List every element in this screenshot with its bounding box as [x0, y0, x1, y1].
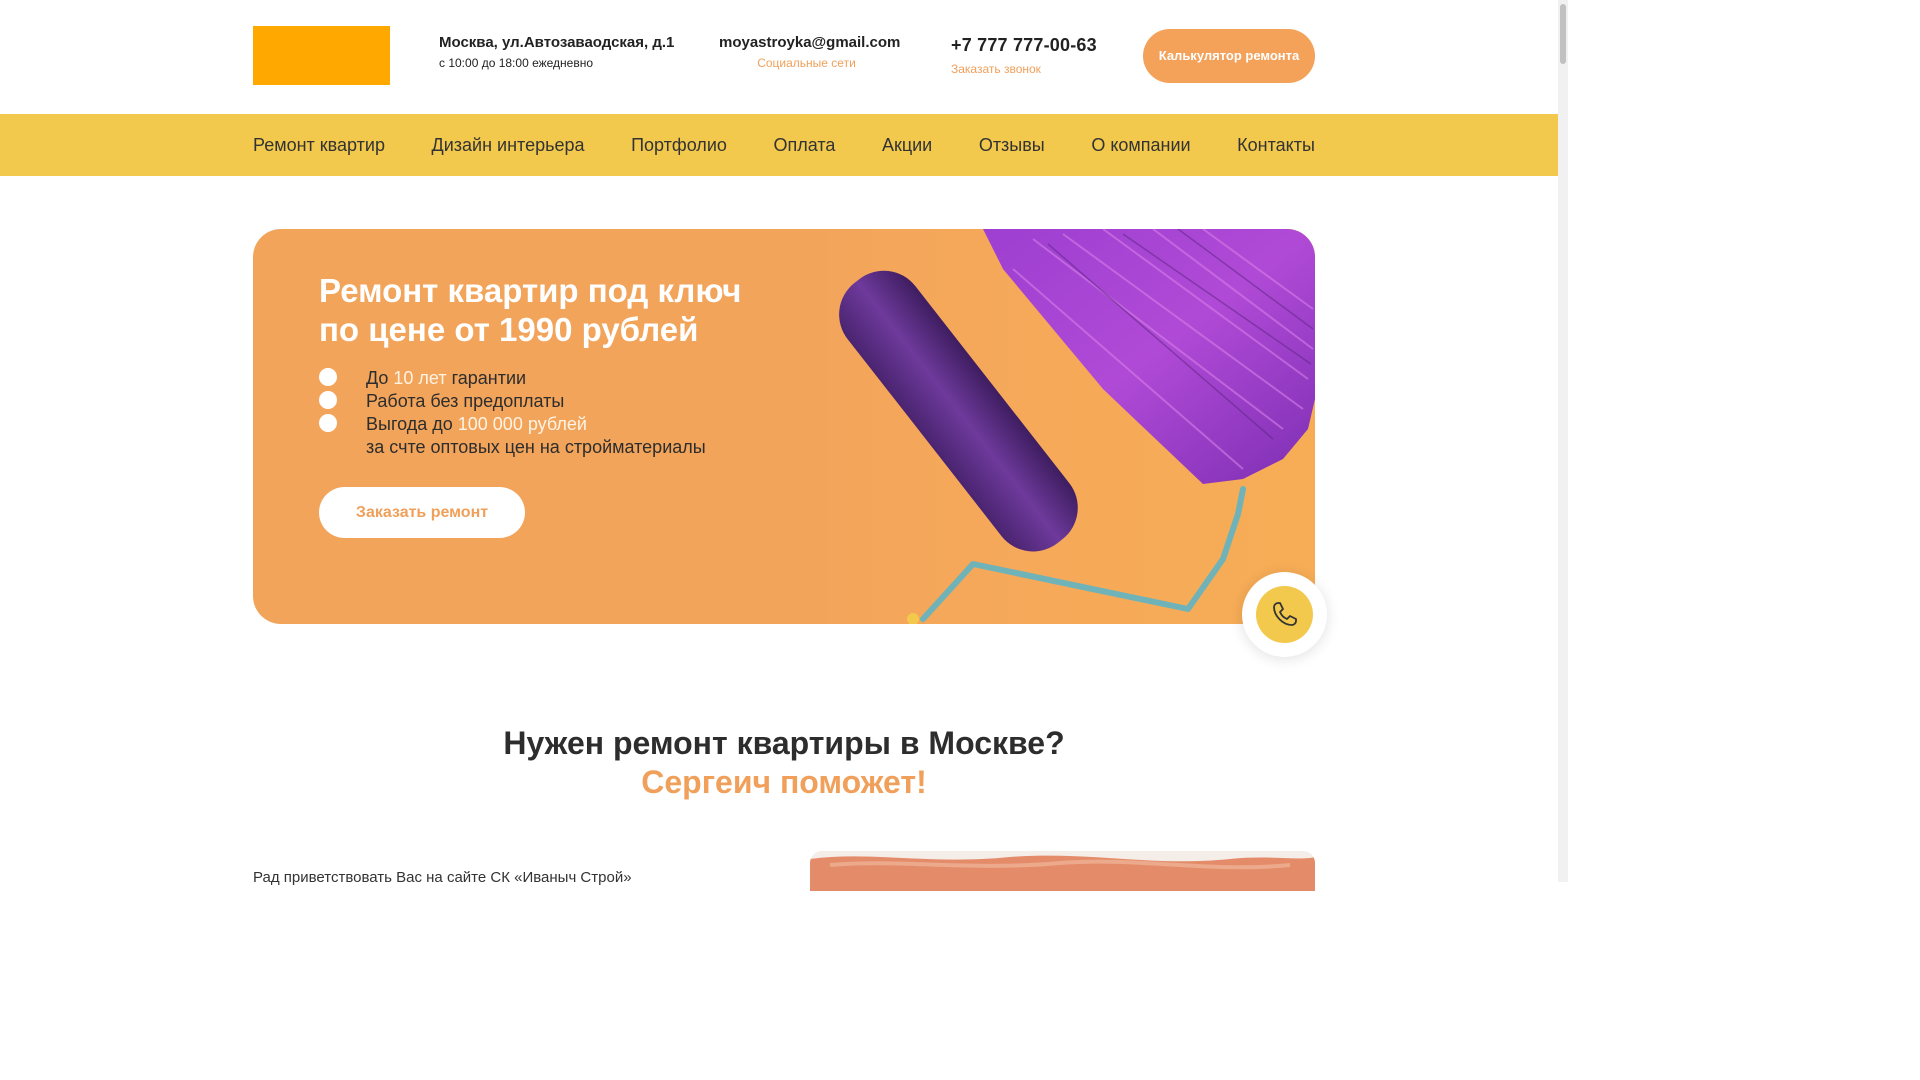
phone-block: +7 777 777-00-63 Заказать звонок [951, 35, 1097, 76]
benefit-text: До [366, 368, 394, 388]
nav-item-reviews[interactable]: Отзывы [979, 135, 1045, 156]
order-repair-button[interactable]: Заказать ремонт [319, 487, 525, 538]
site-header: Москва, ул.Автозаваодская, д.1 с 10:00 д… [0, 0, 1558, 114]
benefit-highlight: 10 лет [393, 368, 447, 388]
nav-item-portfolio[interactable]: Портфолио [631, 135, 727, 156]
bullet-dot [319, 414, 337, 432]
hero-title-line2: по цене от 1990 рублей [319, 311, 699, 348]
calculator-button[interactable]: Калькулятор ремонта [1143, 29, 1315, 83]
nav-item-repair[interactable]: Ремонт квартир [253, 135, 385, 156]
main-nav: Ремонт квартир Дизайн интерьера Портфоли… [0, 114, 1558, 176]
section-title: Нужен ремонт квартиры в Москве? Сергеич … [0, 724, 1568, 802]
callback-link[interactable]: Заказать звонок [951, 62, 1097, 76]
scrollbar-thumb[interactable] [1560, 4, 1566, 64]
email-block: moyastroyka@gmail.com Социальные сети [719, 34, 900, 70]
section-title-accent: Сергеич поможет! [641, 764, 927, 800]
address-block: Москва, ул.Автозаваодская, д.1 с 10:00 д… [439, 34, 674, 70]
intro-photo [810, 851, 1315, 891]
working-hours: с 10:00 до 18:00 ежедневно [439, 56, 594, 70]
nav-item-about[interactable]: О компании [1091, 135, 1190, 156]
phone-icon [1273, 602, 1297, 626]
phone-number[interactable]: +7 777 777-00-63 [951, 35, 1097, 56]
benefit-highlight: 100 000 рублей [457, 414, 587, 434]
nav-item-design[interactable]: Дизайн интерьера [432, 135, 585, 156]
hero-title-line1: Ремонт квартир под ключ [319, 272, 742, 309]
nav-item-contacts[interactable]: Контакты [1237, 135, 1315, 156]
bullet-dot [319, 368, 337, 386]
hero-banner: Ремонт квартир под ключ по цене от 1990 … [253, 229, 1315, 624]
address-text: Москва, ул.Автозаваодская, д.1 [439, 34, 675, 51]
benefits-list: До 10 лет гарантии Работа без предоплаты… [319, 367, 706, 459]
benefit-no-prepay: Работа без предоплаты [319, 390, 706, 413]
hero-title: Ремонт квартир под ключ по цене от 1990 … [319, 271, 741, 349]
benefit-savings: Выгода до 100 000 рублей за счте оптовых… [319, 413, 706, 459]
benefit-text: за счте оптовых цен на стройматериалы [366, 437, 706, 457]
nav-item-payment[interactable]: Оплата [773, 135, 835, 156]
nav-item-promotions[interactable]: Акции [882, 135, 932, 156]
email-link[interactable]: moyastroyka@gmail.com [719, 34, 900, 51]
benefit-text: Выгода до [366, 414, 458, 434]
paint-roller-photo [803, 229, 1315, 624]
benefit-text: Работа без предоплаты [366, 391, 565, 411]
social-link[interactable]: Социальные сети [719, 56, 894, 70]
intro-text: Рад приветствовать Вас на сайте СК «Иван… [253, 869, 632, 886]
call-widget-button[interactable] [1242, 572, 1327, 657]
benefit-text: гарантии [446, 368, 527, 388]
logo[interactable] [253, 26, 390, 85]
section-title-line1: Нужен ремонт квартиры в Москве? [503, 725, 1065, 761]
call-widget-inner[interactable] [1256, 586, 1313, 643]
benefit-warranty: До 10 лет гарантии [319, 367, 706, 390]
bullet-dot [319, 391, 337, 409]
